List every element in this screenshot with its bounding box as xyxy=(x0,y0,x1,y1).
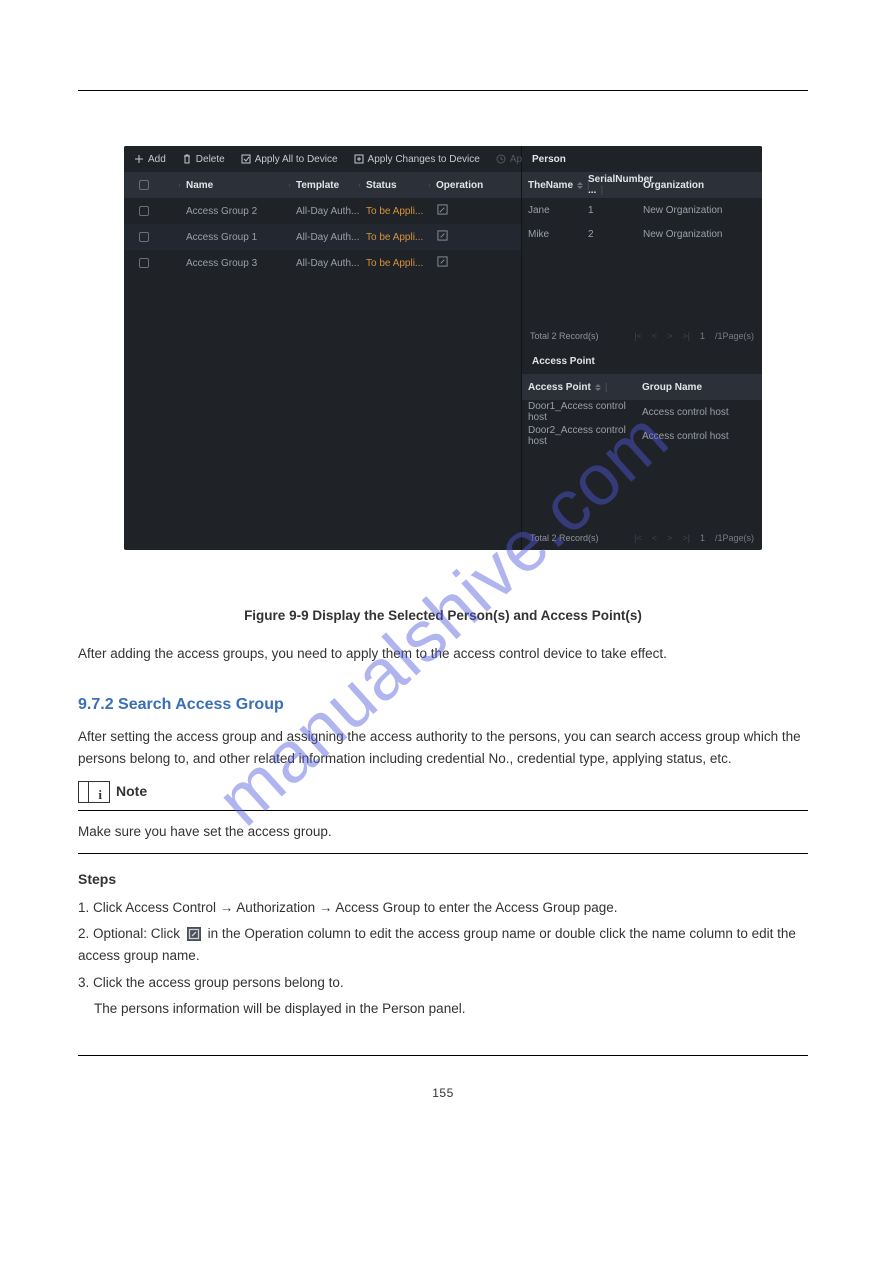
sort-icon xyxy=(595,384,601,391)
apply-all-button[interactable]: Apply All to Device xyxy=(241,154,338,165)
row-status: To be Appli... xyxy=(362,258,432,269)
trash-icon xyxy=(182,154,192,164)
pager-last[interactable]: >| xyxy=(682,331,690,341)
person-pager: Total 2 Record(s) |< < > >| 1 /1Page(s) xyxy=(522,324,762,348)
add-button[interactable]: Add xyxy=(134,154,166,165)
page-number: 155 xyxy=(78,1086,808,1100)
apply-all-label: Apply All to Device xyxy=(255,154,338,165)
pager-last[interactable]: >| xyxy=(682,533,690,543)
row-name: Access Group 3 xyxy=(182,258,292,269)
ap-name: Door2_Access control host xyxy=(528,425,642,447)
access-point-row[interactable]: Door1_Access control host Access control… xyxy=(522,400,762,424)
row-status: To be Appli... xyxy=(362,232,432,243)
ap-group: Access control host xyxy=(642,431,756,442)
pager-total-pages: /1Page(s) xyxy=(715,533,754,543)
row-name: Access Group 1 xyxy=(182,232,292,243)
section-heading: 9.7.2 Search Access Group xyxy=(78,692,808,718)
pager-prev[interactable]: < xyxy=(652,331,657,341)
select-all-checkbox[interactable] xyxy=(139,180,149,190)
pager-total: Total 2 Record(s) xyxy=(530,533,599,543)
steps-label: Steps xyxy=(78,868,808,891)
row-template: All-Day Auth... xyxy=(292,232,362,243)
step-3-sub: The persons information will be displaye… xyxy=(94,998,808,1020)
pager-next[interactable]: > xyxy=(667,533,672,543)
access-point-row[interactable]: Door2_Access control host Access control… xyxy=(522,424,762,448)
person-name: Mike xyxy=(528,229,588,240)
left-column: Add Delete Apply All to Device Apply Cha… xyxy=(124,146,522,550)
delete-button[interactable]: Delete xyxy=(182,154,225,165)
row-template: All-Day Auth... xyxy=(292,258,362,269)
access-point-pager: Total 2 Record(s) |< < > >| 1 /1Page(s) xyxy=(522,526,762,550)
row-checkbox[interactable] xyxy=(139,206,149,216)
table-row[interactable]: Access Group 1 All-Day Auth... To be App… xyxy=(124,224,521,250)
table-row[interactable]: Access Group 2 All-Day Auth... To be App… xyxy=(124,198,521,224)
row-name: Access Group 2 xyxy=(182,206,292,217)
person-row[interactable]: Mike 2 New Organization xyxy=(522,222,762,246)
delete-label: Delete xyxy=(196,154,225,165)
person-org: New Organization xyxy=(643,205,756,216)
person-serial: 2 xyxy=(588,229,643,240)
col-organization[interactable]: Organization xyxy=(643,180,756,191)
table-row[interactable]: Access Group 3 All-Day Auth... To be App… xyxy=(124,250,521,276)
note-icon: i xyxy=(78,781,110,803)
pager-first[interactable]: |< xyxy=(634,533,642,543)
apply-changes-button[interactable]: Apply Changes to Device xyxy=(354,154,480,165)
section-paragraph: After setting the access group and assig… xyxy=(78,726,808,771)
access-point-section-title: Access Point xyxy=(522,348,762,374)
row-checkbox[interactable] xyxy=(139,258,149,268)
plus-icon xyxy=(134,154,144,164)
right-column: Person TheName | SerialNumber ...| Organ… xyxy=(522,146,762,550)
pager-prev[interactable]: < xyxy=(652,533,657,543)
note-text: Make sure you have set the access group. xyxy=(78,821,808,843)
pager-total: Total 2 Record(s) xyxy=(530,331,599,341)
col-serial[interactable]: SerialNumber ...| xyxy=(588,174,643,196)
col-status[interactable]: Status xyxy=(362,180,432,191)
person-org: New Organization xyxy=(643,229,756,240)
person-table-header: TheName | SerialNumber ...| Organization xyxy=(522,172,762,198)
sort-icon xyxy=(577,182,583,189)
person-name: Jane xyxy=(528,205,588,216)
ap-name: Door1_Access control host xyxy=(528,401,642,423)
pager-cur: 1 xyxy=(700,331,705,341)
paragraph: After adding the access groups, you need… xyxy=(78,643,808,665)
row-checkbox[interactable] xyxy=(139,232,149,242)
toolbar: Add Delete Apply All to Device Apply Cha… xyxy=(124,146,521,172)
apply-changes-label: Apply Changes to Device xyxy=(368,154,480,165)
edit-icon[interactable] xyxy=(436,256,448,268)
edit-icon xyxy=(187,927,201,941)
person-serial: 1 xyxy=(588,205,643,216)
row-status: To be Appli... xyxy=(362,206,432,217)
person-row[interactable]: Jane 1 New Organization xyxy=(522,198,762,222)
edit-icon[interactable] xyxy=(436,230,448,242)
figure-caption: Figure 9-9 Display the Selected Person(s… xyxy=(78,605,808,627)
screenshot-panel: Add Delete Apply All to Device Apply Cha… xyxy=(124,146,762,550)
col-name[interactable]: Name xyxy=(182,180,292,191)
access-point-header: Access Point | Group Name xyxy=(522,374,762,400)
note-row: i Note xyxy=(78,780,808,803)
col-operation: Operation xyxy=(432,180,502,191)
add-label: Add xyxy=(148,154,166,165)
pager-first[interactable]: |< xyxy=(634,331,642,341)
apply-all-icon xyxy=(241,154,251,164)
step-2: 2. Optional: Click in the Operation colu… xyxy=(78,923,808,968)
left-table-header: Name Template Status Operation xyxy=(124,172,521,198)
status-icon xyxy=(496,154,506,164)
person-section-title: Person xyxy=(522,146,762,172)
col-template[interactable]: Template xyxy=(292,180,362,191)
col-thename[interactable]: TheName | xyxy=(528,180,588,191)
pager-next[interactable]: > xyxy=(667,331,672,341)
ap-group: Access control host xyxy=(642,407,756,418)
pager-total-pages: /1Page(s) xyxy=(715,331,754,341)
apply-changes-icon xyxy=(354,154,364,164)
col-access-point[interactable]: Access Point | xyxy=(528,382,642,393)
step-3: 3. Click the access group persons belong… xyxy=(78,972,808,994)
edit-icon[interactable] xyxy=(436,204,448,216)
note-label: Note xyxy=(116,780,147,803)
col-group-name[interactable]: Group Name xyxy=(642,382,756,393)
pager-cur: 1 xyxy=(700,533,705,543)
step-1: 1. Click Access Control → Authorization … xyxy=(78,897,808,919)
row-template: All-Day Auth... xyxy=(292,206,362,217)
